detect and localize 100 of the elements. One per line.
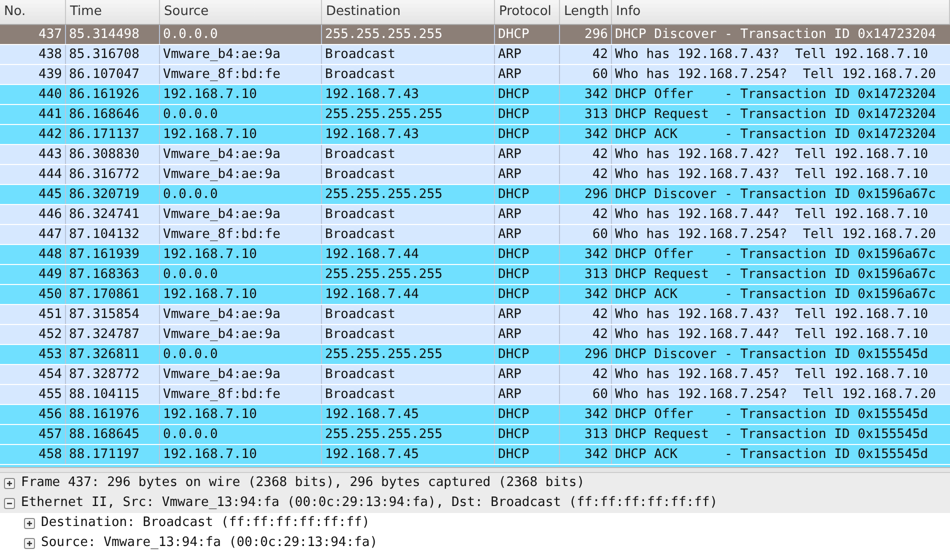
table-cell: Vmware_b4:ae:9a (160, 45, 322, 64)
table-cell: 192.168.7.10 (160, 85, 322, 104)
column-header[interactable]: Source (160, 0, 322, 24)
table-cell: 87.161939 (66, 245, 160, 264)
table-cell: 88.171197 (66, 445, 160, 464)
packet-row[interactable]: 444 86.316772 Vmware_b4:ae:9a Broadcast ARP 42 Who has 192.168.7.43? Tell 192.168.7.10 (0, 165, 950, 185)
expander-icon[interactable] (24, 538, 35, 548)
table-cell: 0.0.0.0 (160, 265, 322, 284)
table-cell: 313 (560, 425, 612, 444)
table-cell: 451 (0, 305, 66, 324)
packet-row[interactable]: 455 88.104115 Vmware_8f:bd:fe Broadcast ARP 60 Who has 192.168.7.254? Tell 192.168.7.20 (0, 385, 950, 405)
packet-row[interactable]: 441 86.168646 0.0.0.0 255.255.255.255 DHCP 313 DHCP Request - Transaction ID 0x14723204 (0, 105, 950, 125)
detail-text[interactable]: Destination: Broadcast (ff:ff:ff:ff:ff:ff) (41, 513, 370, 533)
packet-row[interactable]: 452 87.324787 Vmware_b4:ae:9a Broadcast ARP 42 Who has 192.168.7.44? Tell 192.168.7.10 (0, 325, 950, 345)
column-header[interactable]: Destination (322, 0, 495, 24)
packet-row[interactable]: 437 85.314498 0.0.0.0 255.255.255.255 DHCP 296 DHCP Discover - Transaction ID 0x14723204 (0, 25, 950, 45)
packet-row[interactable]: 458 88.171197 192.168.7.10 192.168.7.45 DHCP 342 DHCP ACK - Transaction ID 0x155545d (0, 445, 950, 465)
table-cell-text: Who has 192.168.7.44? Tell 192.168.7.10 (614, 206, 930, 224)
table-cell: 60 (560, 385, 612, 404)
table-cell: Vmware_8f:bd:fe (160, 65, 322, 84)
table-cell: 42 (560, 325, 612, 344)
table-cell: 87.324787 (66, 325, 160, 344)
table-cell-text: Who has 192.168.7.254? Tell 192.168.7.20 (614, 226, 937, 244)
packet-row[interactable]: 454 87.328772 Vmware_b4:ae:9a Broadcast ARP 42 Who has 192.168.7.45? Tell 192.168.7.10 (0, 365, 950, 385)
table-cell: Broadcast (322, 385, 495, 404)
table-cell: ARP (495, 165, 560, 184)
table-cell: 86.168646 (66, 105, 160, 124)
column-header[interactable]: Length (560, 0, 612, 24)
table-cell-text: DHCP Discover - Transaction ID 0x14723204 (614, 26, 937, 44)
packet-row[interactable]: 442 86.171137 192.168.7.10 192.168.7.43 DHCP 342 DHCP ACK - Transaction ID 0x14723204 (0, 125, 950, 145)
table-cell: 255.255.255.255 (322, 25, 495, 44)
table-cell: 449 (0, 265, 66, 284)
table-cell: 342 (560, 245, 612, 264)
table-cell: 42 (560, 165, 612, 184)
table-cell: 446 (0, 205, 66, 224)
table-cell: 440 (0, 85, 66, 104)
packet-row[interactable]: 457 88.168645 0.0.0.0 255.255.255.255 DHCP 313 DHCP Request - Transaction ID 0x155545d (0, 425, 950, 445)
packet-row[interactable]: 445 86.320719 0.0.0.0 255.255.255.255 DHCP 296 DHCP Discover - Transaction ID 0x1596a67c (0, 185, 950, 205)
table-cell: DHCP (495, 125, 560, 144)
packet-row[interactable]: 447 87.104132 Vmware_8f:bd:fe Broadcast ARP 60 Who has 192.168.7.254? Tell 192.168.7.20 (0, 225, 950, 245)
table-cell: 0.0.0.0 (160, 425, 322, 444)
table-cell: Broadcast (322, 205, 495, 224)
table-cell: 192.168.7.10 (160, 245, 322, 264)
table-cell-text: DHCP Request - Transaction ID 0x155545d (614, 426, 930, 444)
table-cell: 442 (0, 125, 66, 144)
table-cell: 458 (0, 445, 66, 464)
packet-row[interactable]: 446 86.324741 Vmware_b4:ae:9a Broadcast ARP 42 Who has 192.168.7.44? Tell 192.168.7.10 (0, 205, 950, 225)
detail-text[interactable]: Source: Vmware_13:94:fa (00:0c:29:13:94:fa) (41, 533, 378, 553)
table-cell: DHCP (495, 345, 560, 364)
table-cell: DHCP (495, 405, 560, 424)
table-cell-text: Who has 192.168.7.254? Tell 192.168.7.20 (614, 386, 937, 404)
table-cell: 452 (0, 325, 66, 344)
table-cell: 88.168645 (66, 425, 160, 444)
table-cell: Vmware_b4:ae:9a (160, 365, 322, 384)
packet-row[interactable]: 440 86.161926 192.168.7.10 192.168.7.43 DHCP 342 DHCP Offer - Transaction ID 0x14723204 (0, 85, 950, 105)
table-cell: 255.255.255.255 (322, 425, 495, 444)
packet-row[interactable]: 448 87.161939 192.168.7.10 192.168.7.44 DHCP 342 DHCP Offer - Transaction ID 0x1596a67c (0, 245, 950, 265)
packet-row[interactable]: 443 86.308830 Vmware_b4:ae:9a Broadcast ARP 42 Who has 192.168.7.42? Tell 192.168.7.10 (0, 145, 950, 165)
table-cell: 60 (560, 65, 612, 84)
table-cell: 437 (0, 25, 66, 44)
expander-icon[interactable] (4, 478, 15, 488)
packet-row[interactable]: 453 87.326811 0.0.0.0 255.255.255.255 DHCP 296 DHCP Discover - Transaction ID 0x155545d (0, 345, 950, 365)
table-cell-text: Who has 192.168.7.43? Tell 192.168.7.10 (614, 306, 930, 324)
table-cell: 42 (560, 305, 612, 324)
table-cell: 86.324741 (66, 205, 160, 224)
table-cell: Vmware_b4:ae:9a (160, 305, 322, 324)
column-header[interactable]: Time (66, 0, 160, 24)
packet-row[interactable]: 450 87.170861 192.168.7.10 192.168.7.44 DHCP 342 DHCP ACK - Transaction ID 0x1596a67c (0, 285, 950, 305)
table-cell: 87.328772 (66, 365, 160, 384)
table-cell-text: Who has 192.168.7.43? Tell 192.168.7.10 (614, 46, 930, 64)
table-cell: Vmware_8f:bd:fe (160, 225, 322, 244)
packet-row[interactable]: 438 85.316708 Vmware_b4:ae:9a Broadcast ARP 42 Who has 192.168.7.43? Tell 192.168.7.10 (0, 45, 950, 65)
table-cell: Broadcast (322, 365, 495, 384)
table-cell-text: DHCP Offer - Transaction ID 0x155545d (614, 406, 930, 424)
table-cell-text: DHCP Discover - Transaction ID 0x1596a67c (614, 186, 937, 204)
table-cell: 255.255.255.255 (322, 105, 495, 124)
table-cell: ARP (495, 305, 560, 324)
table-cell: 296 (560, 185, 612, 204)
table-cell: 42 (560, 365, 612, 384)
table-cell: 342 (560, 445, 612, 464)
expander-icon[interactable] (4, 498, 15, 508)
table-cell-text: DHCP Offer - Transaction ID 0x1596a67c (614, 246, 937, 264)
expander-icon[interactable] (24, 518, 35, 528)
table-cell: 342 (560, 125, 612, 144)
table-cell: 192.168.7.10 (160, 285, 322, 304)
table-cell: Broadcast (322, 325, 495, 344)
packet-row[interactable]: 439 86.107047 Vmware_8f:bd:fe Broadcast ARP 60 Who has 192.168.7.254? Tell 192.168.7.20 (0, 65, 950, 85)
packet-row[interactable]: 451 87.315854 Vmware_b4:ae:9a Broadcast ARP 42 Who has 192.168.7.43? Tell 192.168.7.10 (0, 305, 950, 325)
table-cell: 86.107047 (66, 65, 160, 84)
column-header[interactable]: No. (0, 0, 66, 24)
table-cell: ARP (495, 65, 560, 84)
column-header[interactable]: Protocol (495, 0, 560, 24)
packet-row[interactable]: 456 88.161976 192.168.7.10 192.168.7.45 DHCP 342 DHCP Offer - Transaction ID 0x155545d (0, 405, 950, 425)
table-cell: 86.308830 (66, 145, 160, 164)
table-cell: DHCP (495, 285, 560, 304)
packet-row[interactable]: 449 87.168363 0.0.0.0 255.255.255.255 DHCP 313 DHCP Request - Transaction ID 0x1596a67c (0, 265, 950, 285)
column-header[interactable]: Info (612, 0, 950, 24)
table-cell: 255.255.255.255 (322, 185, 495, 204)
table-cell: 453 (0, 345, 66, 364)
table-cell: ARP (495, 45, 560, 64)
